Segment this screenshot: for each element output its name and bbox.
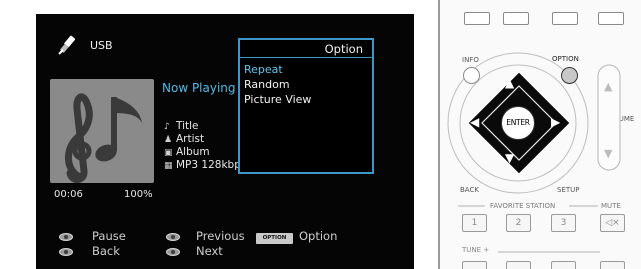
mute-icon: ◁× [605, 218, 620, 228]
track-format-row: ▦ MP3 128kbps [164, 159, 246, 173]
track-title-row: ♪ Title [164, 120, 199, 134]
hint-previous: Previous [196, 229, 245, 243]
tune-button-1[interactable] [462, 261, 487, 269]
usb-plug-icon [58, 35, 76, 55]
up-arrow-icon[interactable]: ▲ [505, 76, 514, 90]
mute-button[interactable]: ◁× [600, 214, 625, 232]
track-title: Title [176, 120, 199, 132]
track-album: Album [176, 146, 210, 158]
hint-pause: Pause [92, 229, 126, 243]
remote-button-icon [59, 233, 73, 241]
tune-button-3[interactable] [551, 261, 576, 269]
option-picture-view[interactable]: Picture View [244, 93, 311, 106]
hint-back: Back [92, 244, 120, 258]
volume-up-icon[interactable]: ▲ [604, 80, 612, 93]
remote-control: INFO OPTION VOLUME BACK SETUP ▲ ▼ ◀ ▶ EN… [438, 0, 641, 269]
right-arrow-icon[interactable]: ▶ [551, 115, 560, 129]
music-notes-icon [65, 93, 142, 183]
track-artist-row: ♟ Artist [164, 133, 204, 147]
favorite-2-button[interactable]: 2 [506, 214, 531, 232]
hint-next: Next [196, 244, 223, 258]
track-artist: Artist [176, 133, 205, 145]
option-repeat[interactable]: Repeat [244, 63, 283, 76]
remote-button-icon [166, 233, 180, 241]
elapsed-time: 00:06 [54, 189, 83, 200]
left-arrow-icon[interactable]: ◀ [470, 115, 479, 129]
hint-option: Option [299, 229, 338, 243]
track-format: MP3 128kbps [176, 159, 247, 171]
favorite-station-label: FAVORITE STATION [490, 202, 556, 210]
tv-screen: USB Now Playing ♪ Title ♟ Artist ▣ Album ▦ M… [36, 14, 414, 269]
track-album-row: ▣ Album [164, 146, 210, 160]
progress-percent: 100% [124, 189, 153, 200]
favorite-3-button[interactable]: 3 [551, 214, 576, 232]
tune-button-2[interactable] [506, 261, 531, 269]
source-label: USB [90, 39, 113, 52]
tune-label: TUNE + [462, 246, 490, 254]
mute-label: MUTE [601, 202, 621, 210]
now-playing-label: Now Playing [162, 81, 236, 95]
file-icon: ▦ [164, 161, 173, 171]
album-art [50, 79, 154, 183]
option-panel-title: Option [240, 40, 372, 58]
volume-down-icon[interactable]: ▼ [604, 147, 612, 160]
remote-button-icon [59, 248, 73, 256]
enter-button[interactable]: ENTER [501, 106, 535, 140]
down-arrow-icon[interactable]: ▼ [505, 151, 514, 165]
option-badge-icon: OPTION [256, 233, 293, 244]
option-panel: Option Repeat Random Picture View [238, 38, 374, 174]
remote-button-icon [166, 248, 180, 256]
option-random[interactable]: Random [244, 78, 290, 91]
favorite-1-button[interactable]: 1 [462, 214, 487, 232]
tune-button-4[interactable] [600, 261, 625, 269]
